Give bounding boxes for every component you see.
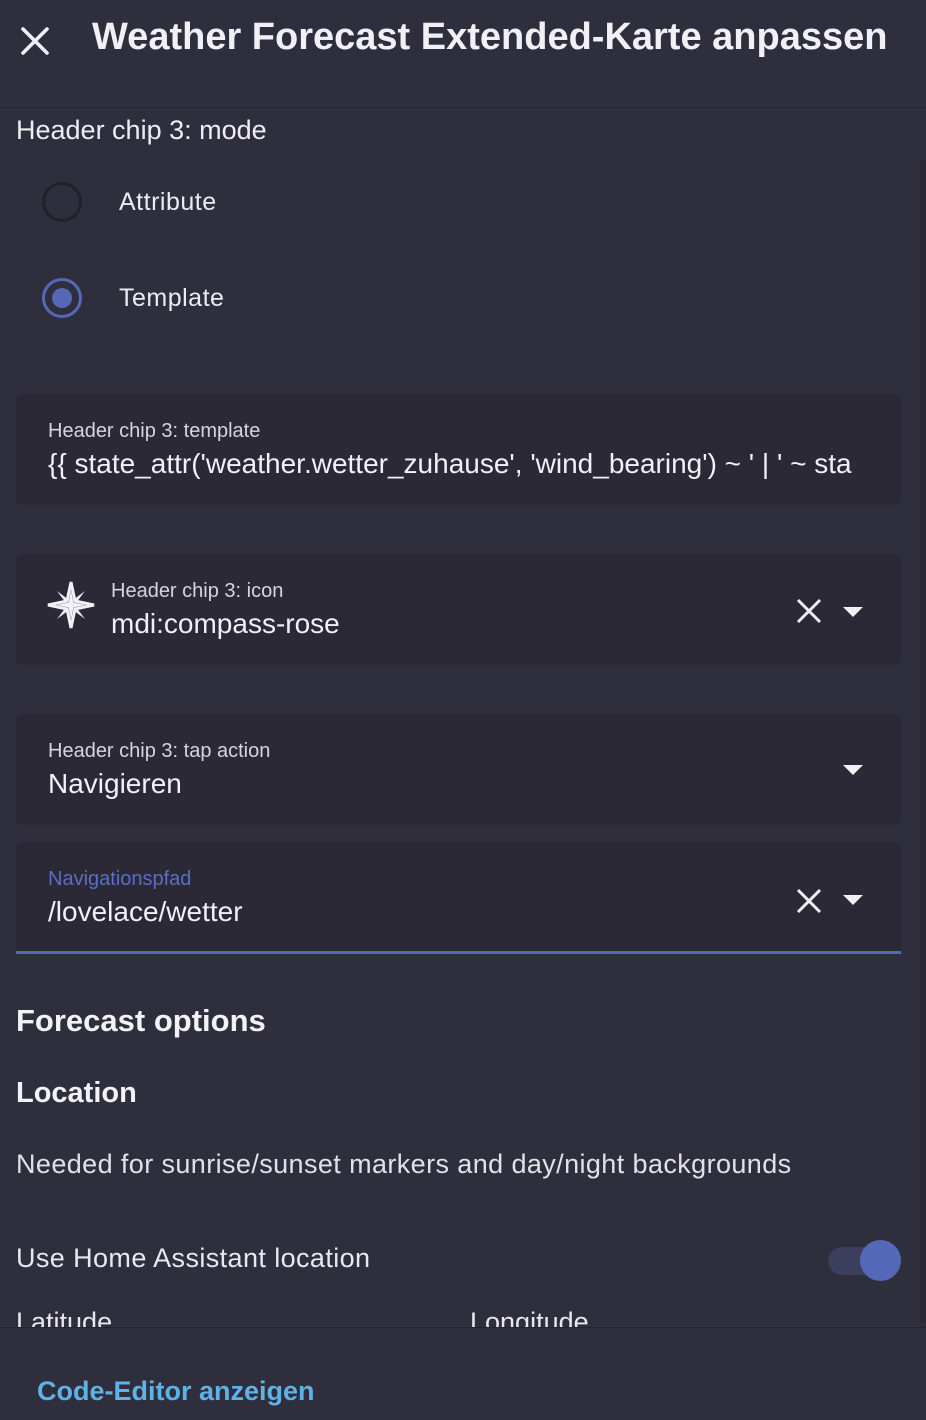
use-ha-location-label: Use Home Assistant location <box>16 1243 371 1273</box>
close-icon <box>21 27 49 55</box>
icon-field-value[interactable]: mdi:compass-rose <box>111 608 340 640</box>
tap-action-select[interactable]: Header chip 3: tap action Navigieren <box>16 714 901 825</box>
navigation-path-field[interactable]: Navigationspfad /lovelace/wetter <box>16 842 901 954</box>
location-heading: Location <box>16 1077 137 1109</box>
template-field-value[interactable]: {{ state_attr('weather.wetter_zuhause', … <box>48 448 870 480</box>
template-field-label: Header chip 3: template <box>48 420 261 442</box>
radio-button-template[interactable] <box>42 278 82 318</box>
clear-icon[interactable] <box>794 886 824 916</box>
close-button[interactable] <box>14 20 56 62</box>
clear-icon[interactable] <box>794 596 824 626</box>
latitude-label: Latitude <box>16 1307 113 1327</box>
editor-scroll-area[interactable]: Header chip 3: mode Attribute Template H… <box>0 109 926 1327</box>
dialog-title: Weather Forecast Extended-Karte anpassen <box>92 16 888 58</box>
scrollbar[interactable] <box>920 159 926 1324</box>
toggle-thumb <box>860 1240 901 1281</box>
dialog-header: Weather Forecast Extended-Karte anpassen <box>0 0 926 108</box>
use-ha-location-toggle[interactable] <box>828 1240 901 1281</box>
radio-template-label: Template <box>119 283 225 312</box>
radio-button-attribute[interactable] <box>42 182 82 222</box>
compass-rose-icon <box>47 581 95 629</box>
dropdown-arrow-icon[interactable] <box>843 895 863 905</box>
radio-template[interactable]: Template <box>42 276 224 320</box>
longitude-label: Longitude <box>470 1307 589 1327</box>
tap-action-label: Header chip 3: tap action <box>48 740 271 762</box>
location-description: Needed for sunrise/sunset markers and da… <box>16 1149 792 1179</box>
radio-attribute[interactable]: Attribute <box>42 180 217 224</box>
dropdown-arrow-icon[interactable] <box>843 765 863 775</box>
forecast-options-heading: Forecast options <box>16 1003 266 1038</box>
radio-attribute-label: Attribute <box>119 187 217 216</box>
dropdown-arrow-icon[interactable] <box>843 607 863 617</box>
icon-field-label: Header chip 3: icon <box>111 580 284 602</box>
show-code-editor-button[interactable]: Code-Editor anzeigen <box>37 1376 315 1407</box>
navigation-path-label: Navigationspfad <box>48 868 192 890</box>
template-field[interactable]: Header chip 3: template {{ state_attr('w… <box>16 394 901 505</box>
mode-label: Header chip 3: mode <box>16 115 267 145</box>
tap-action-value: Navigieren <box>48 768 182 799</box>
icon-picker-field[interactable]: Header chip 3: icon mdi:compass-rose <box>16 554 901 665</box>
dialog-footer: Code-Editor anzeigen <box>0 1327 926 1420</box>
navigation-path-value[interactable]: /lovelace/wetter <box>48 896 243 928</box>
